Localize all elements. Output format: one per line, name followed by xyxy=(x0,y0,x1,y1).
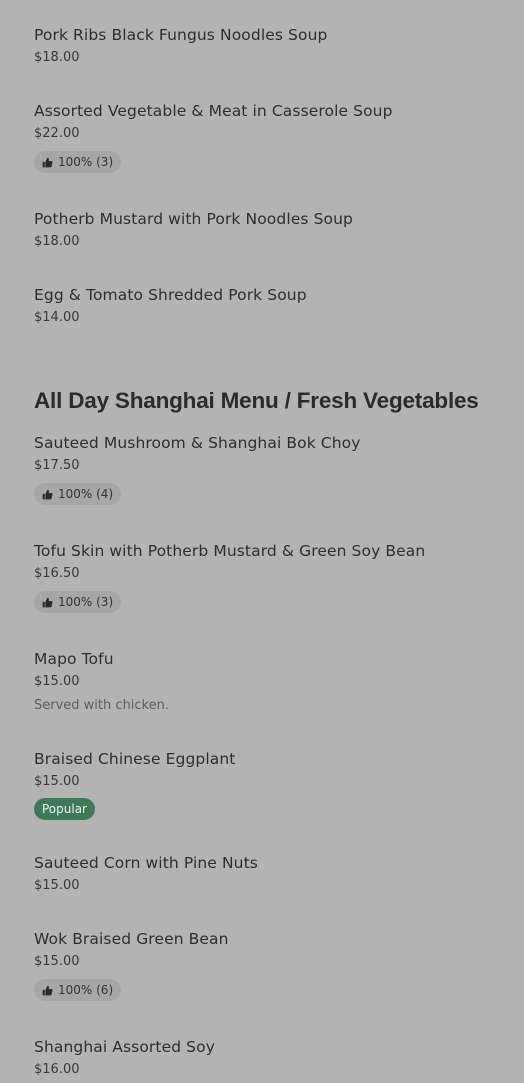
menu-item-price: $17.50 xyxy=(34,458,80,473)
menu-item[interactable]: Pork Ribs Black Fungus Noodles Soup $18.… xyxy=(34,25,504,66)
menu-item-price: $15.00 xyxy=(34,954,80,969)
menu-item-name: Sauteed Corn with Pine Nuts xyxy=(34,854,258,872)
menu-item-price: $16.00 xyxy=(34,1062,80,1077)
popular-badge: Popular xyxy=(34,798,95,820)
menu-item[interactable]: Braised Chinese Eggplant $15.00 Popular xyxy=(34,749,504,820)
menu-item-price: $15.00 xyxy=(34,878,80,893)
menu-item[interactable]: Mapo Tofu $15.00 Served with chicken. xyxy=(34,649,504,714)
thumbs-up-icon xyxy=(42,157,53,167)
rating-badge: 100% (3) xyxy=(34,151,122,173)
rating-badge: 100% (6) xyxy=(34,979,122,1001)
menu-item-price: $14.00 xyxy=(34,310,80,325)
section-title: All Day Shanghai Menu / Fresh Vegetables xyxy=(34,388,479,413)
rating-text: 100% (3) xyxy=(58,155,114,169)
menu-item-price: $18.00 xyxy=(34,50,80,65)
menu-item[interactable]: Sauteed Mushroom & Shanghai Bok Choy $17… xyxy=(34,433,504,505)
menu-item-name: Wok Braised Green Bean xyxy=(34,930,229,948)
menu-item-price: $15.00 xyxy=(34,674,80,689)
rating-text: 100% (3) xyxy=(58,595,114,609)
menu-item-description: Served with chicken. xyxy=(34,698,169,713)
menu-item-price: $22.00 xyxy=(34,126,80,141)
menu-item-name: Egg & Tomato Shredded Pork Soup xyxy=(34,286,307,304)
menu-item-name: Pork Ribs Black Fungus Noodles Soup xyxy=(34,26,328,44)
menu-item[interactable]: Egg & Tomato Shredded Pork Soup $14.00 xyxy=(34,285,504,326)
menu-item[interactable]: Wok Braised Green Bean $15.00 100% (6) xyxy=(34,929,504,1001)
menu-item-name: Potherb Mustard with Pork Noodles Soup xyxy=(34,210,353,228)
rating-text: 100% (4) xyxy=(58,487,114,501)
menu-item-name: Braised Chinese Eggplant xyxy=(34,750,236,768)
rating-badge: 100% (3) xyxy=(34,591,122,613)
menu-item[interactable]: Potherb Mustard with Pork Noodles Soup $… xyxy=(34,209,504,250)
thumbs-up-icon xyxy=(42,489,53,499)
menu-list: Pork Ribs Black Fungus Noodles Soup $18.… xyxy=(0,0,524,1083)
rating-text: 100% (6) xyxy=(58,983,114,997)
rating-badge: 100% (4) xyxy=(34,483,122,505)
menu-item-name: Shanghai Assorted Soy xyxy=(34,1038,215,1056)
thumbs-up-icon xyxy=(42,985,53,995)
thumbs-up-icon xyxy=(42,597,53,607)
menu-item-name: Tofu Skin with Potherb Mustard & Green S… xyxy=(34,542,426,560)
menu-item[interactable]: Shanghai Assorted Soy $16.00 xyxy=(34,1037,504,1078)
menu-item-price: $15.00 xyxy=(34,774,80,789)
menu-item-name: Assorted Vegetable & Meat in Casserole S… xyxy=(34,102,393,120)
menu-item[interactable]: Tofu Skin with Potherb Mustard & Green S… xyxy=(34,541,504,613)
menu-item-name: Sauteed Mushroom & Shanghai Bok Choy xyxy=(34,434,361,452)
menu-item-name: Mapo Tofu xyxy=(34,650,114,668)
menu-item[interactable]: Sauteed Corn with Pine Nuts $15.00 xyxy=(34,853,504,894)
menu-item[interactable]: Assorted Vegetable & Meat in Casserole S… xyxy=(34,101,504,173)
menu-item-price: $18.00 xyxy=(34,234,80,249)
menu-item-price: $16.50 xyxy=(34,566,80,581)
